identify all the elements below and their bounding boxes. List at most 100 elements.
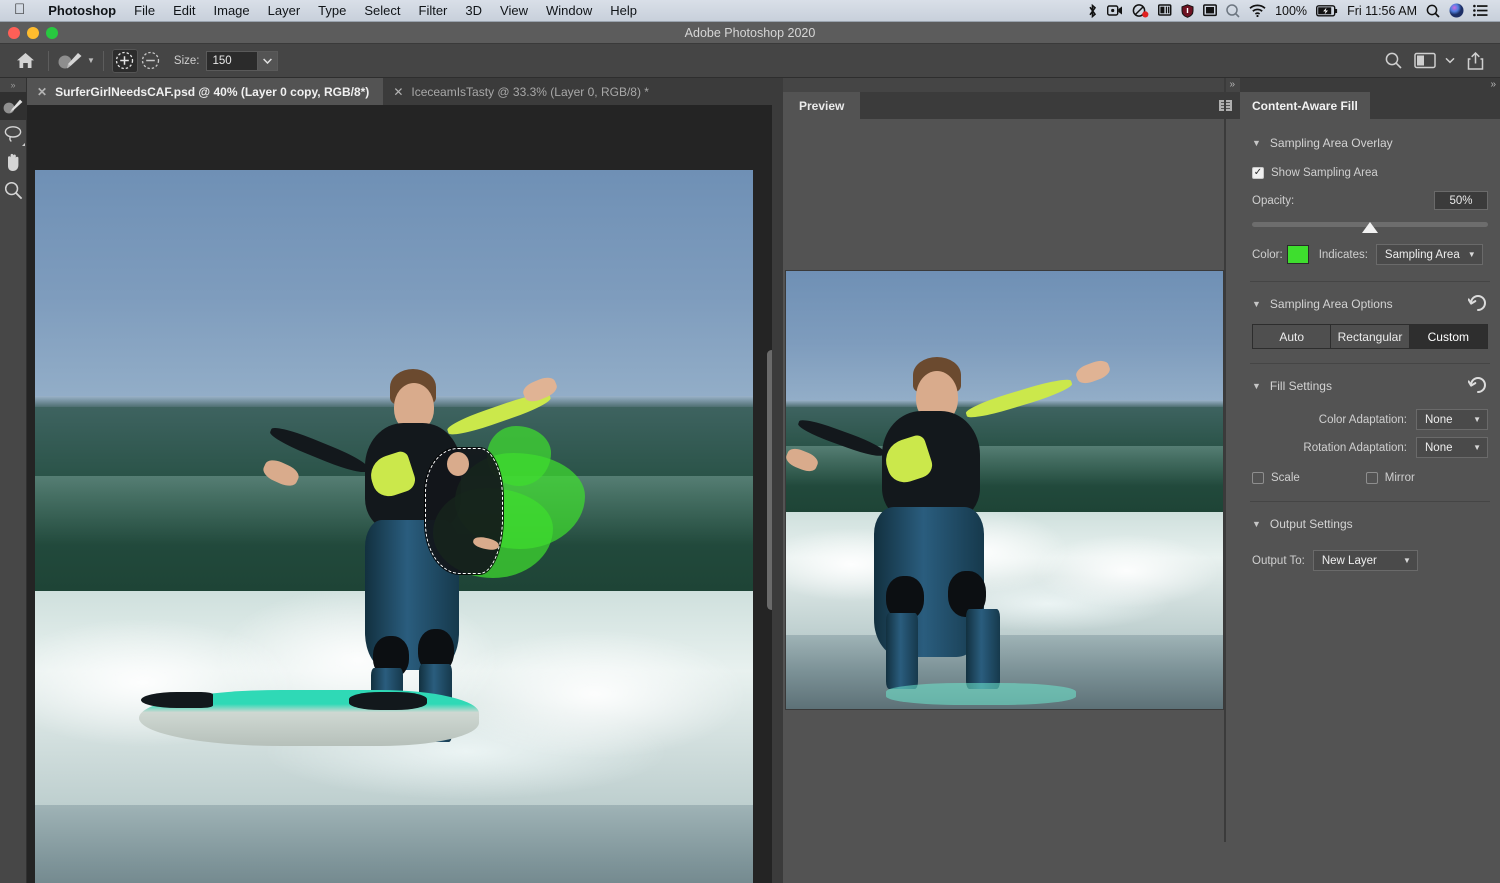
sampling-brush-tool[interactable] [0,92,27,120]
sampling-area-overlay-header[interactable]: ▼ Sampling Area Overlay [1240,129,1500,157]
show-sampling-area-checkbox[interactable]: ✓ [1252,167,1264,179]
foam-region [786,512,1223,643]
siri-icon[interactable] [1449,3,1464,18]
preview-image[interactable] [785,270,1224,710]
menu-item-file[interactable]: File [125,0,164,22]
tools-panel: » [0,78,27,883]
document-tab-surfergirl[interactable]: ✕ SurferGirlNeedsCAF.psd @ 40% (Layer 0 … [27,78,383,105]
mirror-checkbox[interactable] [1366,472,1378,484]
menu-item-help[interactable]: Help [601,0,646,22]
rotation-adaptation-value: None [1425,442,1453,454]
double-chevron-right-icon[interactable]: » [1229,79,1234,90]
sampling-color-swatch[interactable] [1287,245,1309,264]
rotation-adaptation-label: Rotation Adaptation: [1303,442,1407,454]
menu-item-layer[interactable]: Layer [259,0,310,22]
dropbox-icon[interactable] [1132,4,1149,18]
size-input[interactable]: 150 [206,51,258,71]
brush-preset-picker[interactable]: ▼ [57,50,95,72]
rotation-adaptation-select[interactable]: None ▼ [1416,437,1488,458]
size-dropdown-icon[interactable] [258,51,278,71]
add-to-sampling-area-button[interactable] [112,49,138,73]
menu-item-type[interactable]: Type [309,0,355,22]
spotlight-ring-icon[interactable] [1226,4,1240,18]
chevron-down-icon[interactable]: ▼ [1252,381,1261,391]
opacity-slider[interactable] [1252,219,1488,233]
rotation-adaptation-row: Rotation Adaptation: None ▼ [1240,437,1500,458]
output-settings-header[interactable]: ▼ Output Settings [1240,510,1500,538]
close-icon[interactable]: ✕ [393,85,403,99]
menu-item-window[interactable]: Window [537,0,601,22]
tab-content-aware-fill[interactable]: Content-Aware Fill [1240,92,1370,119]
battery-charging-icon[interactable] [1316,5,1338,17]
apple-icon[interactable]:  [14,2,25,17]
reset-icon[interactable] [1468,294,1488,314]
double-chevron-right-icon[interactable]: » [1490,79,1495,90]
opacity-slider-handle[interactable] [1362,222,1378,233]
battery-percent-label: 100% [1275,4,1307,18]
chevron-down-icon[interactable]: ▼ [87,56,95,65]
reset-icon[interactable] [1468,376,1488,396]
opacity-input[interactable]: 50% [1434,191,1488,210]
lasso-tool[interactable] [0,120,27,148]
scale-checkbox[interactable] [1252,472,1264,484]
fill-settings-header[interactable]: ▼ Fill Settings [1240,372,1500,400]
control-center-icon[interactable] [1473,4,1488,17]
home-icon[interactable] [10,48,40,74]
chevron-down-icon[interactable] [1442,48,1458,74]
bluetooth-icon[interactable] [1087,4,1098,18]
color-adaptation-select[interactable]: None ▼ [1416,409,1488,430]
subtract-from-sampling-area-button[interactable] [138,49,164,73]
canvas-image[interactable] [35,170,753,883]
search-icon[interactable] [1378,48,1408,74]
sampling-mode-custom-button[interactable]: Custom [1409,324,1488,349]
indicates-select[interactable]: Sampling Area ▼ [1376,244,1483,265]
zoom-tool[interactable] [0,176,27,204]
zoom-button[interactable] [46,27,58,39]
color-indicates-row: Color: Indicates: Sampling Area ▼ [1240,244,1500,265]
chevron-down-icon[interactable]: ▼ [1252,138,1261,148]
clock-label[interactable]: Fri 11:56 AM [1347,4,1417,18]
minimize-button[interactable] [27,27,39,39]
sampling-mode-rectangular-button[interactable]: Rectangular [1330,324,1409,349]
sampling-area-options-header[interactable]: ▼ Sampling Area Options [1240,290,1500,318]
page-title: Adobe Photoshop 2020 [685,26,816,40]
menu-item-edit[interactable]: Edit [164,0,204,22]
small-surfer-head [447,452,469,476]
show-sampling-area-label: Show Sampling Area [1271,167,1378,179]
screen-record-icon[interactable] [1107,4,1123,17]
output-to-select[interactable]: New Layer ▼ [1313,550,1418,571]
document-tab-label: IceceamIsTasty @ 33.3% (Layer 0, RGB/8) … [411,85,649,99]
workspace-layout-icon[interactable] [1410,48,1440,74]
chevron-down-icon[interactable]: ▼ [1403,556,1411,565]
chevron-down-icon[interactable]: ▼ [1252,299,1261,309]
document-tab-icecream[interactable]: ✕ IceceamIsTasty @ 33.3% (Layer 0, RGB/8… [383,78,663,105]
book-icon[interactable] [1203,4,1217,17]
chevron-down-icon[interactable]: ▼ [1473,443,1481,452]
menu-item-select[interactable]: Select [355,0,409,22]
canvas-area[interactable] [27,105,783,883]
chevron-down-icon[interactable]: ▼ [1473,415,1481,424]
display-menu-icon[interactable] [1158,4,1172,17]
menu-item-view[interactable]: View [491,0,537,22]
menu-item-3d[interactable]: 3D [456,0,491,22]
preview-panel: » Preview [783,78,1240,883]
menu-item-filter[interactable]: Filter [410,0,457,22]
section-title: Sampling Area Options [1270,297,1393,311]
share-icon[interactable] [1460,48,1490,74]
chevron-right-icon[interactable]: » [0,78,26,92]
search-icon[interactable] [1426,4,1440,18]
hand-tool[interactable] [0,148,27,176]
tab-preview[interactable]: Preview [783,92,860,119]
chevron-down-icon[interactable]: ▼ [1468,250,1476,259]
vpn-shield-icon[interactable] [1181,4,1194,18]
close-icon[interactable]: ✕ [37,85,47,99]
sampling-mode-auto-button[interactable]: Auto [1252,324,1331,349]
menu-item-image[interactable]: Image [205,0,259,22]
menu-item-photoshop[interactable]: Photoshop [39,0,125,22]
close-button[interactable] [8,27,20,39]
show-sampling-area-row[interactable]: ✓ Show Sampling Area [1240,167,1500,179]
chevron-down-icon[interactable]: ▼ [1252,519,1261,529]
wifi-icon[interactable] [1249,4,1266,17]
options-bar-right [1378,48,1490,74]
divider [1250,363,1490,364]
